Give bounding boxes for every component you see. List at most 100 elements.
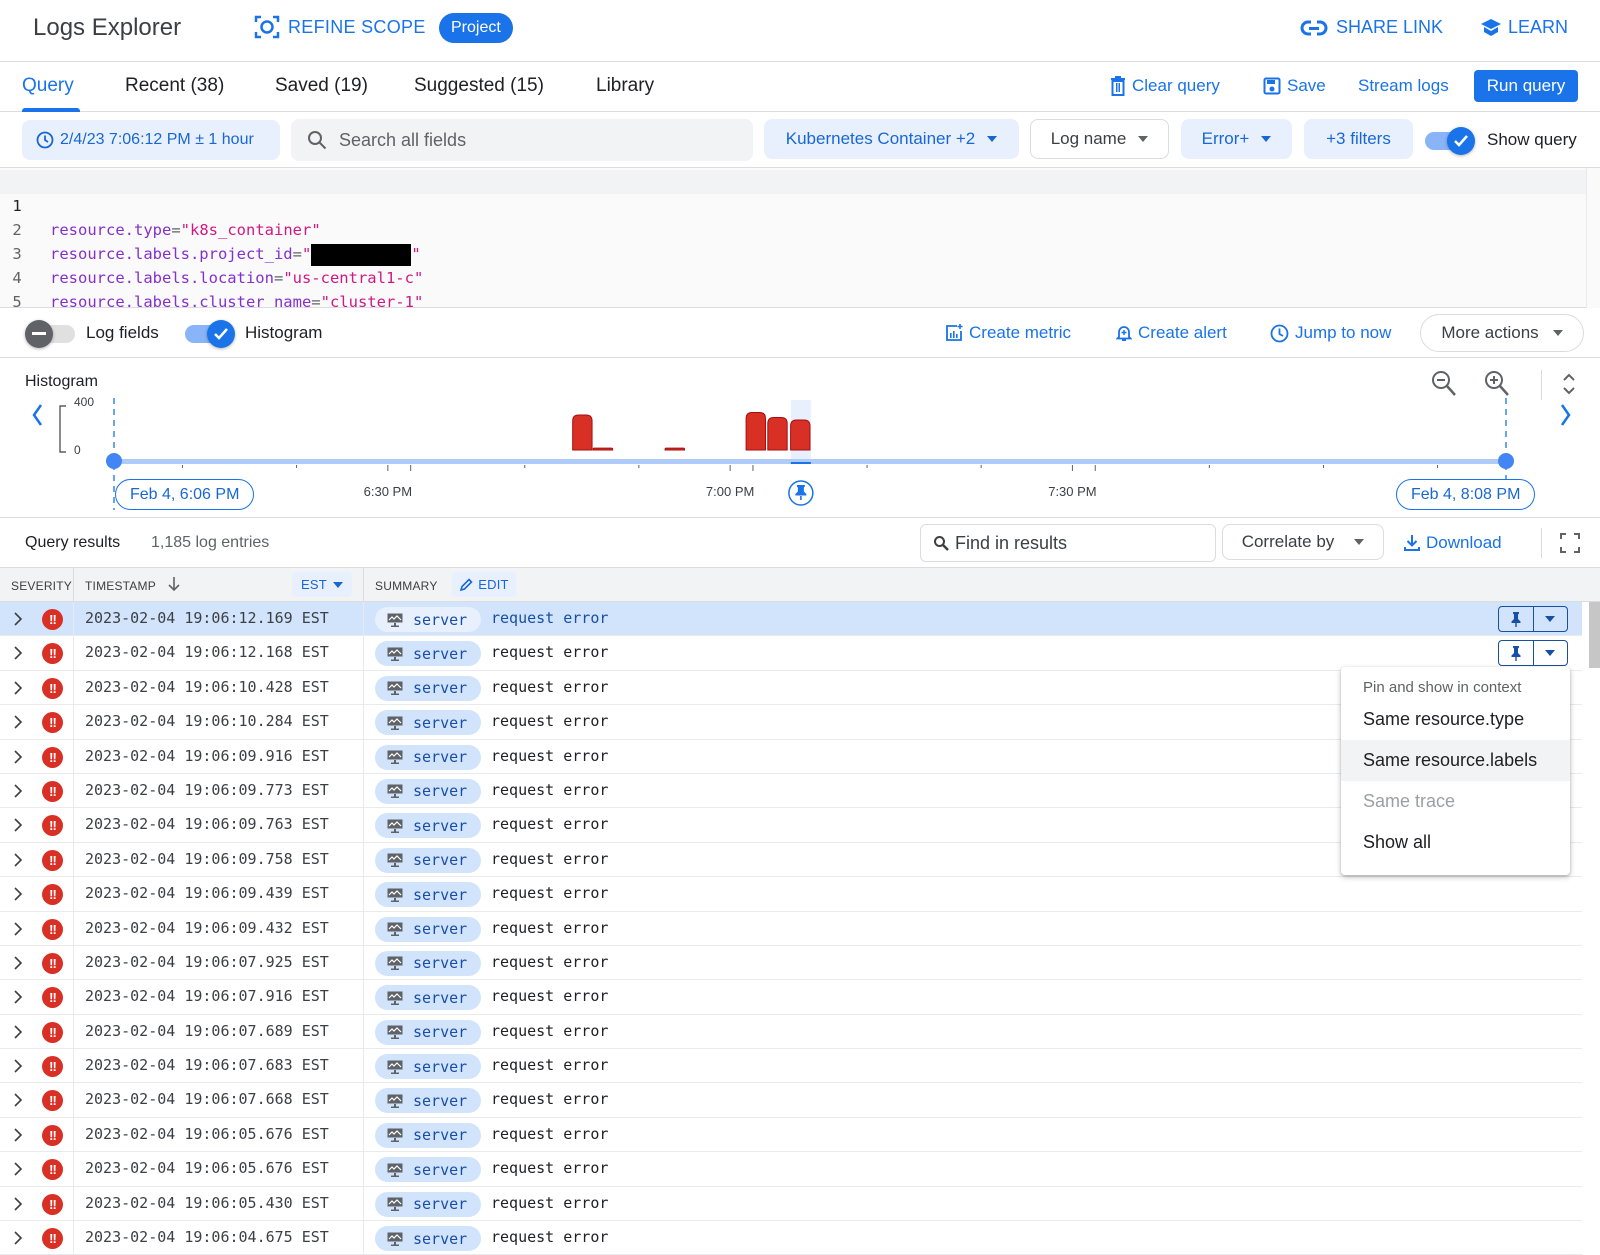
tab-suggested[interactable]: Suggested (15): [414, 75, 544, 97]
timezone-dropdown[interactable]: EST: [292, 572, 352, 597]
tab-query[interactable]: Query: [22, 75, 74, 97]
jump-to-now-button[interactable]: Jump to now: [1270, 323, 1391, 343]
query-editor[interactable]: 1 resource.type="k8s_container" 2 resour…: [0, 168, 1586, 308]
column-header-timestamp[interactable]: TIMESTAMP: [85, 579, 156, 593]
resource-chip[interactable]: server: [375, 710, 481, 736]
expand-row-icon[interactable]: [13, 1092, 23, 1108]
time-range-selector[interactable]: 2/4/23 7:06:12 PM ± 1 hour: [22, 120, 280, 160]
expand-row-icon[interactable]: [13, 817, 23, 833]
resource-chip[interactable]: server: [375, 1157, 481, 1183]
zoom-out-icon[interactable]: [1431, 370, 1457, 398]
resource-chip[interactable]: server: [375, 916, 481, 942]
expand-row-icon[interactable]: [13, 1058, 23, 1074]
sort-descending-icon[interactable]: [167, 576, 181, 592]
table-row[interactable]: !! 2023-02-04 19:06:12.169 EST server reque…: [0, 602, 1582, 637]
resource-chip[interactable]: server: [375, 950, 481, 976]
more-filters-button[interactable]: +3 filters: [1304, 119, 1413, 159]
resource-chip[interactable]: server: [375, 1054, 481, 1080]
table-row[interactable]: !! 2023-02-04 19:06:09.432 EST server reque…: [0, 911, 1582, 946]
expand-row-icon[interactable]: [13, 645, 23, 661]
tab-saved[interactable]: Saved (19): [275, 75, 368, 97]
table-row[interactable]: !! 2023-02-04 19:06:05.430 EST server reque…: [0, 1186, 1582, 1222]
expand-row-icon[interactable]: [13, 1196, 23, 1212]
table-row[interactable]: !! 2023-02-04 19:06:07.925 EST server reque…: [0, 945, 1582, 981]
expand-row-icon[interactable]: [13, 989, 23, 1005]
scope-chip[interactable]: Project: [439, 13, 513, 43]
resource-chip[interactable]: server: [375, 882, 481, 908]
severity-dropdown[interactable]: Error+: [1181, 119, 1292, 159]
show-query-toggle[interactable]: [1425, 127, 1475, 155]
pin-icon[interactable]: [1499, 641, 1533, 665]
table-row[interactable]: !! 2023-02-04 19:06:07.916 EST server reque…: [0, 980, 1582, 1015]
refine-scope-button[interactable]: REFINE SCOPE: [254, 14, 426, 40]
table-row[interactable]: !! 2023-02-04 19:06:07.689 EST server reque…: [0, 1014, 1582, 1050]
resource-chip[interactable]: server: [375, 813, 481, 839]
table-row[interactable]: !! 2023-02-04 19:06:12.168 EST server reque…: [0, 636, 1582, 671]
zoom-in-icon[interactable]: [1484, 370, 1510, 398]
menu-item-same-resource-type[interactable]: Same resource.type: [1341, 699, 1570, 740]
menu-item-show-all[interactable]: Show all: [1341, 822, 1570, 863]
search-all-fields-input[interactable]: Search all fields: [291, 119, 753, 161]
expand-row-icon[interactable]: [13, 1024, 23, 1040]
expand-row-icon[interactable]: [13, 921, 23, 937]
fullscreen-icon[interactable]: [1560, 533, 1580, 553]
expand-collapse-icon[interactable]: [1562, 372, 1576, 396]
expand-row-icon[interactable]: [13, 1230, 23, 1246]
resource-chip[interactable]: server: [375, 1019, 481, 1045]
stream-logs-button[interactable]: Stream logs: [1358, 76, 1449, 96]
log-fields-toggle[interactable]: [25, 320, 75, 348]
resource-chip[interactable]: server: [375, 1191, 481, 1217]
resource-chip[interactable]: server: [375, 641, 481, 667]
resource-filter-dropdown[interactable]: Kubernetes Container +2: [764, 119, 1019, 159]
create-metric-button[interactable]: Create metric: [945, 323, 1071, 343]
save-button[interactable]: Save: [1263, 76, 1326, 96]
expand-row-icon[interactable]: [13, 886, 23, 902]
expand-row-icon[interactable]: [13, 680, 23, 696]
resource-chip[interactable]: server: [375, 675, 481, 701]
resource-chip[interactable]: server: [375, 847, 481, 873]
histogram-next-icon[interactable]: [1560, 404, 1571, 426]
range-start-chip[interactable]: Feb 4, 6:06 PM: [115, 479, 255, 510]
resource-chip[interactable]: server: [375, 607, 481, 632]
correlate-by-dropdown[interactable]: Correlate by: [1222, 524, 1384, 560]
log-name-dropdown[interactable]: Log name: [1030, 119, 1169, 159]
histogram-toggle[interactable]: [185, 320, 235, 348]
column-header-severity[interactable]: SEVERITY: [11, 579, 72, 593]
resource-chip[interactable]: server: [375, 985, 481, 1011]
edit-summary-button[interactable]: EDIT: [452, 572, 516, 597]
table-row[interactable]: !! 2023-02-04 19:06:09.439 EST server reque…: [0, 877, 1582, 912]
scrollbar-thumb[interactable]: [1589, 602, 1600, 668]
share-link-button[interactable]: SHARE LINK: [1300, 17, 1443, 38]
resource-chip[interactable]: server: [375, 1088, 481, 1114]
results-scrollbar[interactable]: [1589, 602, 1600, 1255]
expand-row-icon[interactable]: [13, 611, 23, 627]
clear-query-button[interactable]: Clear query: [1110, 76, 1220, 96]
editor-scrollbar[interactable]: [1586, 168, 1600, 308]
create-alert-button[interactable]: Create alert: [1116, 323, 1227, 343]
download-button[interactable]: Download: [1404, 533, 1502, 553]
table-row[interactable]: !! 2023-02-04 19:06:05.676 EST server reque…: [0, 1152, 1582, 1187]
resource-chip[interactable]: server: [375, 1226, 481, 1252]
expand-row-icon[interactable]: [13, 1161, 23, 1177]
learn-button[interactable]: LEARN: [1480, 17, 1568, 38]
expand-row-icon[interactable]: [13, 955, 23, 971]
expand-row-icon[interactable]: [13, 1127, 23, 1143]
menu-item-same-resource-labels[interactable]: Same resource.labels: [1341, 740, 1570, 781]
more-actions-dropdown[interactable]: More actions: [1420, 314, 1584, 352]
tab-recent[interactable]: Recent (38): [125, 75, 224, 97]
table-row[interactable]: !! 2023-02-04 19:06:05.676 EST server reque…: [0, 1117, 1582, 1153]
pin-icon[interactable]: [1499, 607, 1533, 631]
find-in-results-input[interactable]: Find in results: [920, 524, 1216, 562]
run-query-button[interactable]: Run query: [1474, 70, 1578, 102]
histogram-prev-icon[interactable]: [32, 404, 43, 426]
table-row[interactable]: !! 2023-02-04 19:06:04.675 EST server reque…: [0, 1221, 1582, 1255]
pin-options-dropdown-icon[interactable]: [1532, 641, 1568, 666]
range-end-chip[interactable]: Feb 4, 8:08 PM: [1396, 479, 1536, 510]
table-row[interactable]: !! 2023-02-04 19:06:07.668 EST server reque…: [0, 1083, 1582, 1118]
expand-row-icon[interactable]: [13, 749, 23, 765]
table-row[interactable]: !! 2023-02-04 19:06:07.683 EST server reque…: [0, 1049, 1582, 1084]
resource-chip[interactable]: server: [375, 1122, 481, 1148]
expand-row-icon[interactable]: [13, 852, 23, 868]
resource-chip[interactable]: server: [375, 778, 481, 804]
resource-chip[interactable]: server: [375, 744, 481, 770]
